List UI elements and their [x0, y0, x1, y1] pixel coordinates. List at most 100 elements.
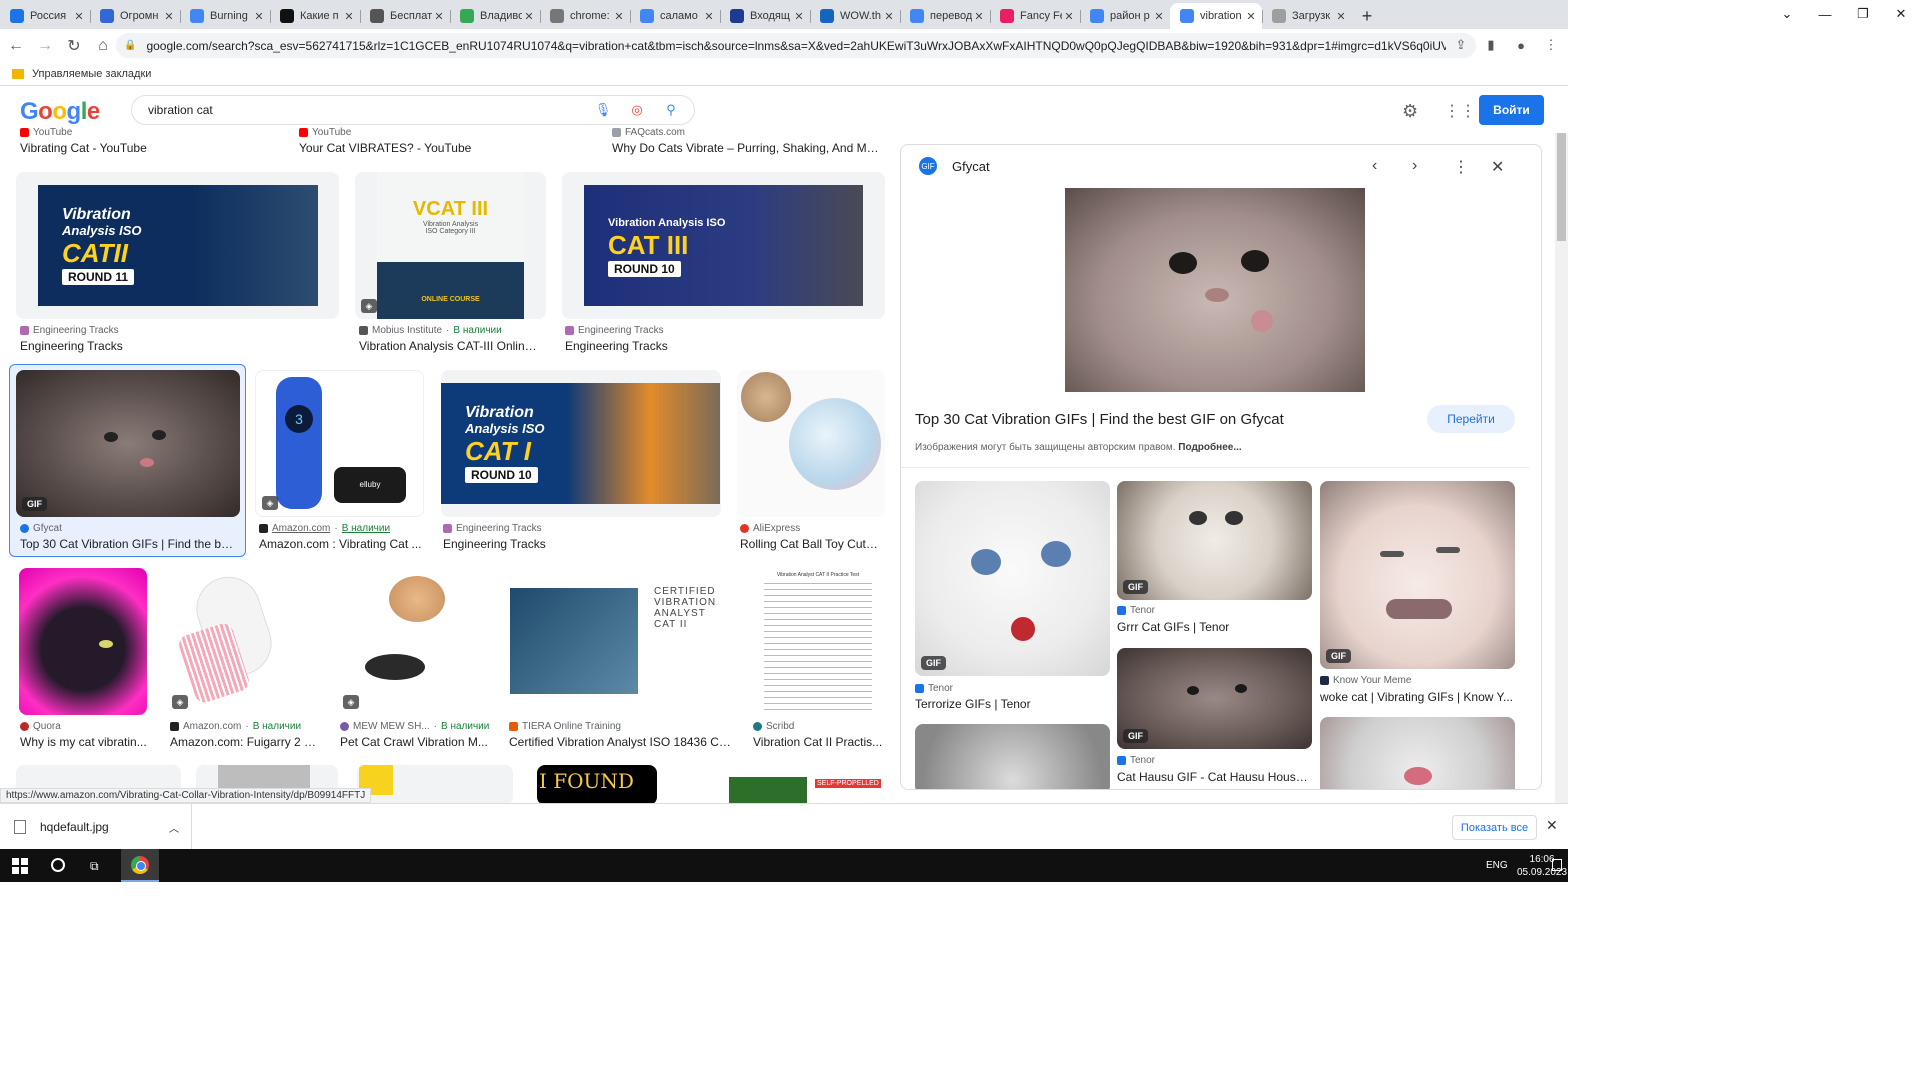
back-button[interactable]: ← [3, 33, 29, 59]
browser-tab[interactable]: саламо ✕ [630, 3, 720, 29]
result-title[interactable]: Engineering Tracks [443, 537, 723, 551]
browser-tab[interactable]: перевод ✕ [900, 3, 990, 29]
minimize-button[interactable]: — [1806, 0, 1844, 28]
result-image[interactable]: ◈ [166, 568, 321, 715]
chrome-taskbar-button[interactable] [121, 849, 159, 882]
panel-title[interactable]: Top 30 Cat Vibration GIFs | Find the bes… [915, 411, 1284, 428]
result-image[interactable]: CERTIFIED VIBRATION ANALYST CAT II [506, 568, 733, 715]
search-box[interactable]: vibration cat 🎙 ◎ ⚲ [131, 95, 695, 125]
sidepanel-icon[interactable]: ▮ [1480, 34, 1502, 56]
result-image[interactable]: GIF [16, 370, 240, 517]
result-image[interactable]: SELF-PROPELLED [681, 765, 885, 803]
result-title[interactable]: Top 30 Cat Vibration GIFs | Find the bes… [20, 537, 236, 551]
browser-tab[interactable]: Fancy Fe ✕ [990, 3, 1080, 29]
browser-tab[interactable]: Burning ✕ [180, 3, 270, 29]
browser-tab[interactable]: WOW.th ✕ [810, 3, 900, 29]
result-image[interactable] [357, 765, 513, 803]
related-image[interactable]: GIF [1117, 648, 1312, 749]
result-image[interactable] [737, 370, 885, 517]
browser-tab[interactable]: Владиво ✕ [450, 3, 540, 29]
related-image[interactable] [915, 724, 1110, 789]
show-all-button[interactable]: Показать все [1452, 815, 1537, 840]
result-title[interactable]: Rolling Cat Ball Toy Cute ... [740, 537, 882, 551]
windows-start-icon[interactable] [12, 858, 28, 874]
tab-close-icon[interactable]: ✕ [1152, 10, 1166, 23]
notification-icon[interactable] [1552, 859, 1562, 871]
result-image[interactable] [19, 568, 147, 715]
browser-tab[interactable]: Загрузк ✕ [1262, 3, 1352, 29]
page-scrollbar[interactable] [1555, 133, 1568, 803]
browser-tab[interactable]: Входящ ✕ [720, 3, 810, 29]
tab-close-icon[interactable]: ✕ [792, 10, 806, 23]
result-image[interactable]: Vibration Analyst CAT II Practice Test [750, 568, 885, 715]
browser-tab[interactable]: Бесплат ✕ [360, 3, 450, 29]
search-icon[interactable] [51, 858, 65, 872]
tab-close-icon[interactable]: ✕ [432, 10, 446, 23]
task-view-icon[interactable]: ⧉ [90, 859, 99, 874]
result-title[interactable]: Certified Vibration Analyst ISO 18436 CA… [509, 735, 731, 749]
tab-close-icon[interactable]: ✕ [72, 10, 86, 23]
result-image[interactable]: Vibration Analysis ISO CAT I ROUND 10 [441, 370, 721, 517]
learn-more-link[interactable]: Подробнее... [1178, 442, 1241, 453]
result-image[interactable]: Vibration Analysis ISO CAT III ROUND 10 [562, 172, 885, 319]
result-title[interactable]: Vibration Analysis CAT-III Online ... [359, 339, 539, 353]
managed-bookmarks[interactable]: Управляемые закладки [32, 68, 151, 80]
related-title[interactable]: Terrorize GIFs | Tenor [915, 697, 1110, 711]
search-input[interactable]: vibration cat [148, 103, 213, 117]
related-title[interactable]: Grrr Cat GIFs | Tenor [1117, 620, 1312, 634]
browser-tab[interactable]: Огромн ✕ [90, 3, 180, 29]
menu-icon[interactable]: ⋮ [1540, 34, 1562, 56]
address-bar[interactable]: 🔒 google.com/search?sca_esv=562741715&rl… [116, 33, 1476, 58]
tab-close-icon[interactable]: ✕ [612, 10, 626, 23]
tab-search-icon[interactable]: ⌄ [1768, 0, 1806, 28]
related-image[interactable]: GIF [915, 481, 1110, 676]
close-icon[interactable]: ✕ [1491, 157, 1504, 177]
result-title[interactable]: Vibration Cat II Practis... [753, 735, 883, 749]
next-arrow-icon[interactable]: › [1412, 157, 1417, 175]
microphone-icon[interactable]: 🎙 [594, 101, 612, 119]
tab-close-icon[interactable]: ✕ [252, 10, 266, 23]
tab-close-icon[interactable]: ✕ [882, 10, 896, 23]
tab-close-icon[interactable]: ✕ [702, 10, 716, 23]
chevron-up-icon[interactable]: ︿ [169, 820, 179, 835]
tab-close-icon[interactable]: ✕ [1334, 10, 1348, 23]
close-icon[interactable]: ✕ [1546, 817, 1558, 834]
tab-close-icon[interactable]: ✕ [162, 10, 176, 23]
related-image[interactable]: GIF [1320, 481, 1515, 669]
browser-tab[interactable]: vibration ✕ [1170, 3, 1262, 29]
result-title[interactable]: Engineering Tracks [20, 339, 330, 353]
lens-icon[interactable]: ◎ [628, 101, 646, 119]
google-logo[interactable]: Google [20, 98, 100, 126]
result-title[interactable]: Engineering Tracks [565, 339, 875, 353]
result-title[interactable]: Vibrating Cat - YouTube [20, 141, 280, 155]
result-title[interactable]: Amazon.com: Fuigarry 2 P... [170, 735, 320, 749]
browser-tab[interactable]: Россия ✕ [0, 3, 90, 29]
prev-arrow-icon[interactable]: ‹ [1372, 157, 1377, 175]
result-image[interactable]: 3 elluby ◈ [255, 370, 424, 517]
download-item[interactable]: hqdefault.jpg ︿ [14, 804, 192, 850]
search-icon[interactable]: ⚲ [662, 101, 680, 119]
reload-button[interactable]: ↻ [61, 33, 87, 59]
tab-close-icon[interactable]: ✕ [1244, 10, 1258, 23]
profile-icon[interactable]: ● [1510, 34, 1532, 56]
maximize-button[interactable]: ❐ [1844, 0, 1882, 28]
related-image[interactable]: GIF [1117, 481, 1312, 600]
forward-button[interactable]: → [32, 33, 58, 59]
tab-close-icon[interactable]: ✕ [1062, 10, 1076, 23]
tab-close-icon[interactable]: ✕ [522, 10, 536, 23]
result-title[interactable]: Why is my cat vibratin... [20, 735, 150, 749]
language-indicator[interactable]: ENG [1486, 860, 1508, 871]
result-title[interactable]: Why Do Cats Vibrate – Purring, Shaking, … [612, 141, 882, 155]
tab-close-icon[interactable]: ✕ [972, 10, 986, 23]
result-image[interactable]: VCAT III Vibration Analysis ISO Category… [355, 172, 546, 319]
close-window-button[interactable]: ✕ [1882, 0, 1920, 28]
result-title[interactable]: Pet Cat Crawl Vibration M... [340, 735, 490, 749]
preview-image[interactable] [1065, 188, 1365, 392]
panel-source[interactable]: Gfycat [952, 159, 990, 174]
related-image[interactable] [1320, 717, 1515, 789]
visit-button[interactable]: Перейти [1427, 405, 1515, 433]
settings-gear-icon[interactable]: ⚙ [1402, 101, 1418, 122]
browser-tab[interactable]: Какие п ✕ [270, 3, 360, 29]
result-image[interactable]: Vibration Analysis ISO CATII ROUND 11 [16, 172, 339, 319]
signin-button[interactable]: Войти [1479, 95, 1544, 125]
